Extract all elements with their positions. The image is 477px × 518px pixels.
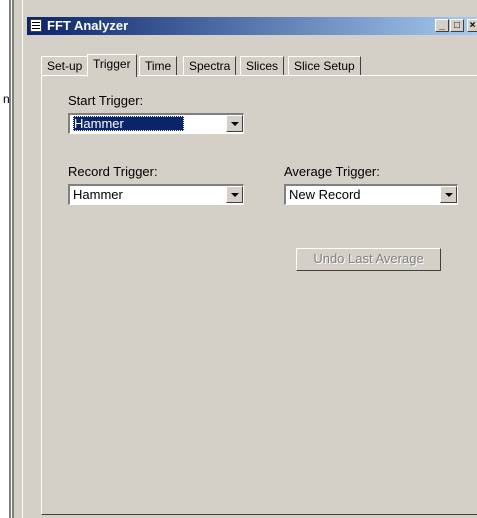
tab-time[interactable]: Time	[139, 56, 178, 76]
tab-setup[interactable]: Set-up	[41, 56, 89, 76]
window-title: FFT Analyzer	[47, 18, 129, 33]
trigger-panel	[41, 75, 477, 515]
start-trigger-value: Hammer	[73, 116, 184, 131]
tab-spectra[interactable]: Spectra	[183, 56, 237, 76]
maximize-button[interactable]: □	[450, 19, 464, 32]
minimize-button[interactable]: _	[435, 19, 449, 32]
average-trigger-label: Average Trigger:	[284, 164, 380, 179]
fft-analyzer-window: FFT Analyzer _ □ × Set-up Trigger Time S…	[22, 0, 477, 518]
chevron-down-icon[interactable]	[440, 186, 457, 203]
close-button[interactable]: ×	[467, 19, 477, 32]
start-trigger-select[interactable]: Hammer	[68, 113, 244, 134]
tab-slice-setup[interactable]: Slice Setup	[288, 56, 361, 76]
undo-last-average-button[interactable]: Undo Last Average	[296, 248, 441, 271]
chevron-down-icon[interactable]	[226, 115, 243, 132]
record-trigger-select[interactable]: Hammer	[68, 184, 244, 205]
app-icon	[30, 19, 42, 32]
divider	[9, 0, 11, 518]
chevron-down-icon[interactable]	[226, 186, 243, 203]
record-trigger-value: Hammer	[73, 187, 123, 202]
tab-trigger[interactable]: Trigger	[87, 54, 137, 77]
average-trigger-select[interactable]: New Record	[284, 184, 458, 205]
record-trigger-label: Record Trigger:	[68, 164, 158, 179]
start-trigger-label: Start Trigger:	[68, 93, 144, 108]
title-bar[interactable]: FFT Analyzer _ □ ×	[27, 17, 477, 35]
tab-slices[interactable]: Slices	[240, 56, 285, 76]
divider	[12, 0, 14, 518]
left-background-strip: n	[0, 0, 14, 518]
average-trigger-value: New Record	[289, 187, 361, 202]
